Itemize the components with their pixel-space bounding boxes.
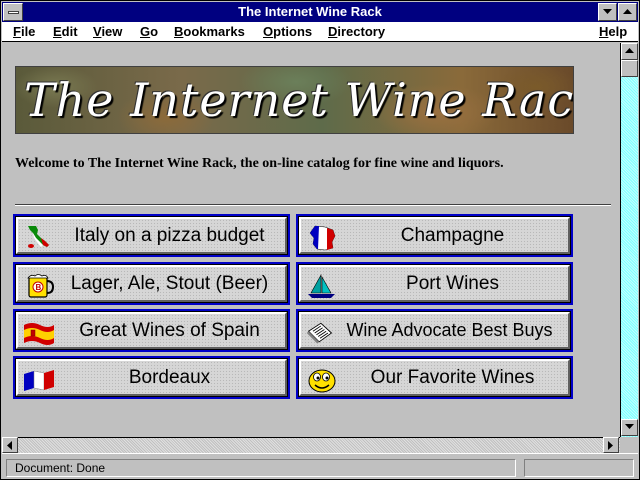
spain-button-label: Great Wines of Spain xyxy=(79,319,260,341)
menu-bookmarks[interactable]: Bookmarks xyxy=(174,24,245,40)
scroll-down-button[interactable] xyxy=(621,419,638,436)
italy-map-icon xyxy=(28,226,49,248)
status-bar: Document: Done xyxy=(2,453,638,479)
wine-advocate-button-label: Wine Advocate Best Buys xyxy=(346,320,553,340)
window-title: The Internet Wine Rack xyxy=(238,4,382,19)
bordeaux-button-label: Bordeaux xyxy=(128,366,211,388)
menu-edit[interactable]: Edit xyxy=(53,24,78,40)
beer-button-label: Lager, Ale, Stout (Beer) xyxy=(70,272,269,294)
french-flag-icon xyxy=(24,370,54,391)
maximize-arrow-icon xyxy=(623,9,632,14)
champagne-button[interactable]: Champagne xyxy=(296,214,573,257)
down-arrow-icon xyxy=(625,424,634,429)
up-arrow-icon xyxy=(625,48,634,53)
favorite-wines-button-label: Our Favorite Wines xyxy=(370,366,535,388)
vertical-scroll-thumb[interactable] xyxy=(621,60,638,77)
banner-image: The Internet Wine Rack xyxy=(15,66,574,134)
sailboat-icon xyxy=(308,273,335,298)
title-bar[interactable]: The Internet Wine Rack xyxy=(2,2,638,22)
status-text: Document: Done xyxy=(6,459,516,477)
beer-button[interactable]: B Lager, Ale, Stout (Beer) xyxy=(13,262,290,305)
wine-advocate-button[interactable]: Wine Advocate Best Buys xyxy=(296,309,573,352)
scroll-up-button[interactable] xyxy=(621,43,638,60)
progress-indicator xyxy=(524,459,634,477)
welcome-text: Welcome to The Internet Wine Rack, the o… xyxy=(15,156,504,171)
vertical-scrollbar[interactable] xyxy=(620,43,638,437)
left-arrow-icon xyxy=(7,441,12,450)
svg-text:B: B xyxy=(36,283,42,292)
italy-button-label: Italy on a pizza budget xyxy=(74,224,265,246)
menu-bar: File Edit View Go Bookmarks Options Dire… xyxy=(2,22,638,42)
menu-go[interactable]: Go xyxy=(140,24,158,40)
system-menu-button[interactable] xyxy=(3,3,23,21)
horizontal-scrollbar[interactable] xyxy=(2,437,620,453)
smiley-face-icon xyxy=(308,369,336,393)
champagne-button-label: Champagne xyxy=(400,224,505,246)
minimize-arrow-icon xyxy=(603,9,612,14)
horizontal-rule xyxy=(15,204,611,206)
bordeaux-button[interactable]: Bordeaux xyxy=(13,356,290,399)
menu-options[interactable]: Options xyxy=(263,24,312,40)
browser-window: The Internet Wine Rack File Edit View Go… xyxy=(0,0,640,480)
port-wines-button-label: Port Wines xyxy=(406,272,499,294)
spain-flag-icon xyxy=(24,323,54,345)
menu-directory[interactable]: Directory xyxy=(328,24,385,40)
france-map-icon xyxy=(309,225,336,251)
minimize-button[interactable] xyxy=(598,3,617,21)
scroll-left-button[interactable] xyxy=(2,437,18,453)
port-wines-button[interactable]: Port Wines xyxy=(296,262,573,305)
italy-button[interactable]: Italy on a pizza budget xyxy=(13,214,290,257)
scrollbar-corner xyxy=(620,437,638,453)
favorite-wines-button[interactable]: Our Favorite Wines xyxy=(296,356,573,399)
right-arrow-icon xyxy=(608,441,613,450)
menu-view[interactable]: View xyxy=(93,24,122,40)
menu-help[interactable]: Help xyxy=(599,24,627,40)
page-content: The Internet Wine Rack Welcome to The In… xyxy=(2,43,620,437)
spain-button[interactable]: Great Wines of Spain xyxy=(13,309,290,352)
menu-file[interactable]: File xyxy=(13,24,35,40)
banner-title: The Internet Wine Rack xyxy=(24,73,574,127)
beer-mug-icon: B xyxy=(27,274,55,298)
newspaper-icon xyxy=(306,322,333,344)
scroll-right-button[interactable] xyxy=(603,437,619,453)
maximize-button[interactable] xyxy=(618,3,637,21)
